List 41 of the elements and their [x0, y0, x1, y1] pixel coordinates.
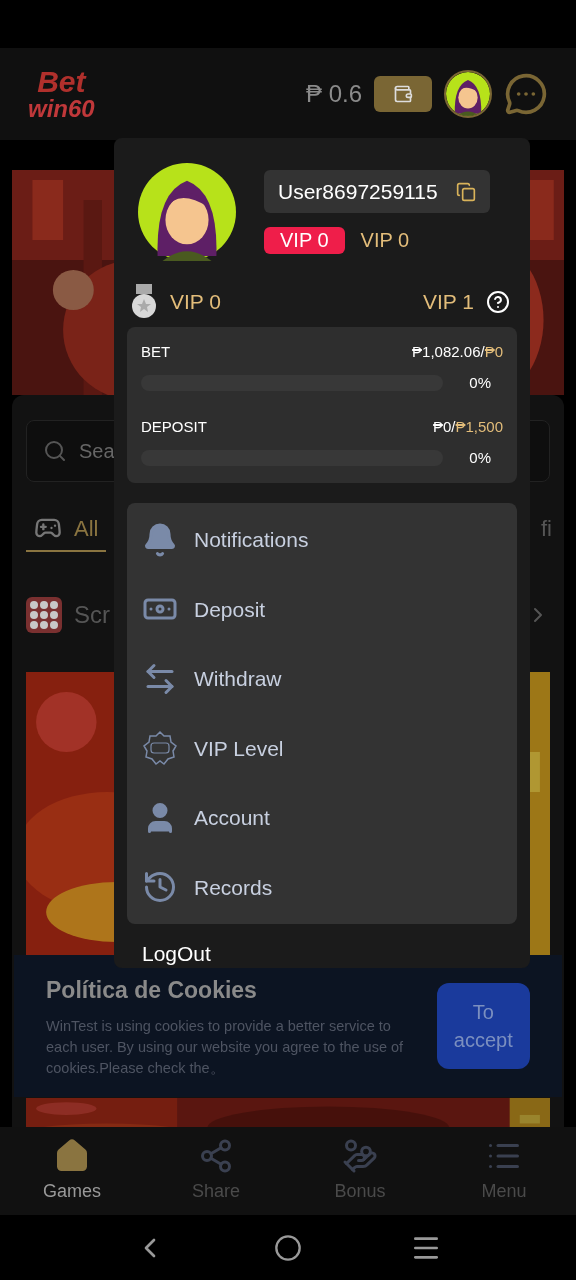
username-field: User8697259115	[264, 170, 490, 213]
wallet-icon	[393, 84, 413, 104]
wallet-button[interactable]	[374, 76, 432, 112]
menu-item[interactable]: VIP Level	[127, 713, 517, 783]
progress-amount: ₱0/₱1,500	[432, 417, 503, 437]
home-circle-icon[interactable]	[274, 1233, 302, 1262]
progress-percent: 0%	[468, 372, 491, 393]
lottery-icon	[26, 597, 62, 633]
copy-icon[interactable]	[456, 181, 476, 202]
avatar	[446, 72, 490, 116]
medal-icon	[130, 284, 158, 320]
bell-icon	[142, 521, 178, 558]
menu-item[interactable]: Records	[127, 852, 517, 922]
vip-label: VIP 0	[360, 228, 410, 253]
search-input[interactable]: Sea	[79, 436, 279, 466]
help-icon[interactable]	[486, 290, 510, 314]
balance: ₱ 0.6	[305, 79, 362, 109]
menu-item[interactable]: Notifications	[127, 505, 517, 575]
home-icon	[54, 1137, 90, 1174]
nav-tab[interactable]: Games	[22, 1137, 122, 1205]
menu-item[interactable]: Deposit	[127, 574, 517, 644]
share-icon	[198, 1137, 234, 1174]
progress-label: BET	[141, 342, 171, 362]
vip-badge: VIP 0	[264, 226, 345, 254]
progress-amount: ₱1,082.06/₱0	[412, 342, 503, 362]
logout-button[interactable]: LogOut	[142, 938, 211, 970]
menu-item[interactable]: Account	[127, 783, 517, 853]
progress-label: DEPOSIT	[141, 417, 207, 437]
tab[interactable]: All	[26, 506, 107, 552]
cookie-text: WinTest is using cookies to provide a better service to each user. By using our website you agree to the use of cookies.Please check the。	[46, 1016, 405, 1078]
hand-coin-icon	[342, 1137, 378, 1174]
next-vip-level: VIP 1	[423, 289, 474, 316]
progress-percent: 0%	[468, 447, 491, 468]
vip-badge-icon	[142, 730, 178, 767]
menu-item[interactable]: Withdraw	[127, 644, 517, 714]
current-vip-level: VIP 0	[170, 289, 221, 316]
chat-icon[interactable]	[504, 72, 548, 116]
section-title: Scr	[74, 600, 110, 630]
logo[interactable]: Bet win60	[28, 67, 95, 121]
cookie-title: Política de Cookies	[46, 976, 258, 1006]
search-icon	[43, 439, 67, 463]
